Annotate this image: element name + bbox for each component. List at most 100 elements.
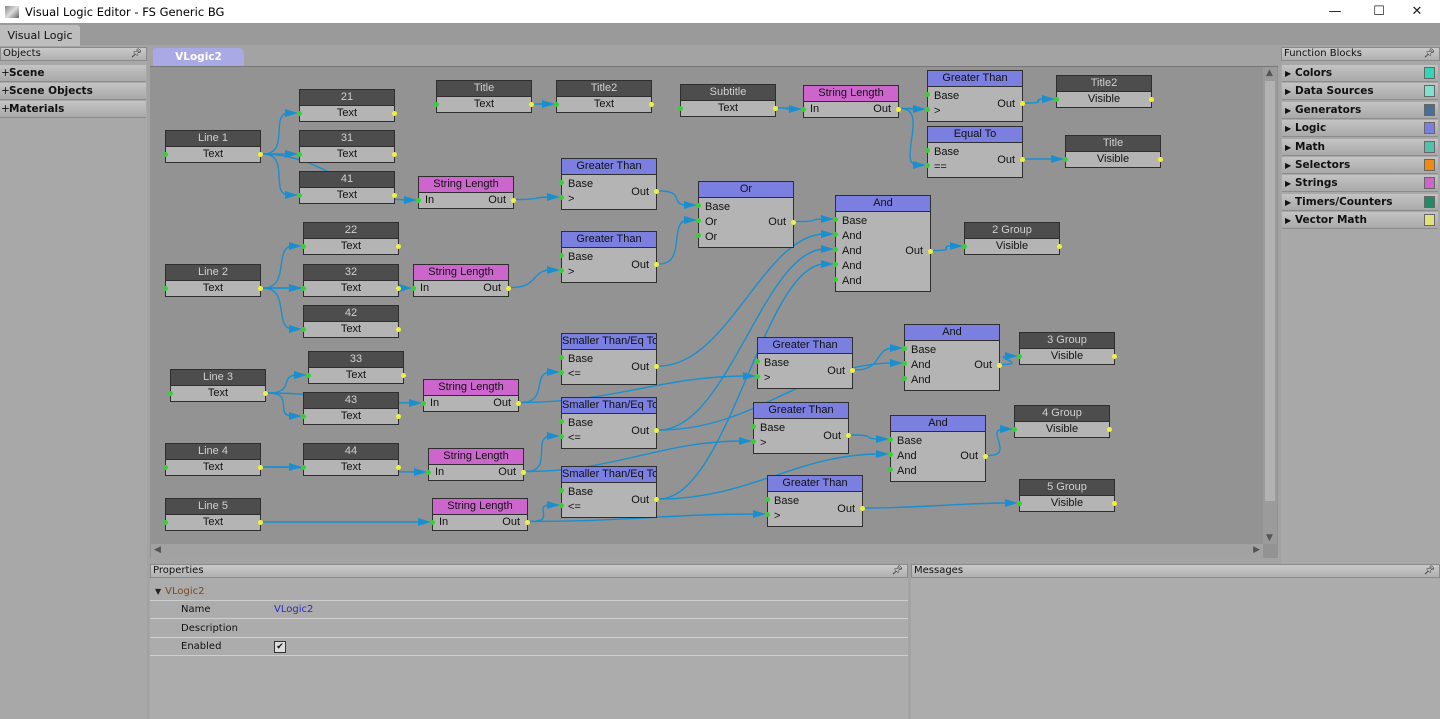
input-port[interactable] (301, 327, 306, 332)
output-port[interactable] (263, 391, 268, 396)
node-title[interactable]: Title Text (434, 80, 534, 113)
function-category-vector-math[interactable]: ▶ Vector Math (1282, 212, 1438, 230)
node-gt1[interactable]: Greater Than Base > Out (559, 158, 659, 210)
output-port[interactable] (773, 106, 778, 111)
input-port[interactable] (301, 465, 306, 470)
output-port[interactable] (1057, 244, 1062, 249)
node-eqTo[interactable]: Equal To Base == Out (925, 126, 1025, 178)
output-port[interactable] (1020, 157, 1025, 162)
expand-icon[interactable]: ▶ (1285, 139, 1291, 156)
input-port[interactable] (301, 286, 306, 291)
expand-icon[interactable]: ▶ (1285, 212, 1291, 229)
output-port[interactable] (401, 373, 406, 378)
node-sl3[interactable]: String Length In Out (421, 379, 521, 412)
input-port[interactable] (163, 152, 168, 157)
output-port[interactable] (1158, 157, 1163, 162)
input-port[interactable] (559, 434, 564, 439)
input-port[interactable] (559, 195, 564, 200)
input-port[interactable] (1017, 501, 1022, 506)
input-port[interactable] (888, 467, 893, 472)
scroll-thumb[interactable] (1265, 81, 1275, 501)
input-port[interactable] (833, 247, 838, 252)
node-g4[interactable]: 4 Group Visible (1012, 405, 1112, 438)
node-sl4[interactable]: String Length In Out (426, 448, 526, 481)
property-name-value[interactable]: VLogic2 (274, 601, 313, 619)
node-sl2[interactable]: String Length In Out (411, 264, 511, 297)
input-port[interactable] (755, 374, 760, 379)
input-port[interactable] (1017, 354, 1022, 359)
output-port[interactable] (896, 106, 901, 112)
output-port[interactable] (1149, 97, 1154, 102)
tree-item-scene[interactable]: + Scene (0, 65, 146, 82)
input-port[interactable] (1054, 97, 1059, 102)
tab-visual-logic[interactable]: Visual Logic (0, 25, 80, 46)
expand-icon[interactable]: ▶ (1285, 194, 1291, 211)
input-port[interactable] (925, 148, 930, 153)
pin-icon[interactable]: 📌︎ (892, 565, 903, 577)
output-port[interactable] (654, 189, 659, 194)
node-g2[interactable]: 2 Group Visible (962, 222, 1062, 255)
node-line1[interactable]: Line 1 Text (163, 130, 263, 163)
input-port[interactable] (696, 203, 701, 208)
input-port[interactable] (306, 373, 311, 378)
expand-icon[interactable]: ▶ (1285, 157, 1291, 174)
expand-icon[interactable]: + (1, 83, 10, 100)
expand-icon[interactable]: ▶ (1285, 120, 1291, 137)
enabled-checkbox[interactable]: ✔ (274, 641, 286, 653)
node-and2[interactable]: And Base And And Out (902, 324, 1002, 391)
function-category-selectors[interactable]: ▶ Selectors (1282, 157, 1438, 174)
input-port[interactable] (925, 163, 930, 168)
output-port[interactable] (516, 400, 521, 406)
input-port[interactable] (801, 107, 806, 112)
node-and3[interactable]: And Base And And Out (888, 415, 988, 482)
expand-icon[interactable]: ▶ (1285, 83, 1291, 100)
scroll-left-icon[interactable]: ◀ (154, 545, 161, 555)
node-or[interactable]: Or Base Or Or Out (696, 181, 796, 248)
input-port[interactable] (962, 244, 967, 249)
input-port[interactable] (416, 198, 421, 203)
node-title2b[interactable]: Title2 Visible (1054, 75, 1154, 108)
node-gt5[interactable]: Greater Than Base > Out (765, 475, 865, 527)
function-category-generators[interactable]: ▶ Generators (1282, 101, 1438, 119)
node-n33[interactable]: 33 Text (306, 351, 406, 384)
horizontal-scrollbar[interactable]: ◀ ▶ (151, 544, 1263, 558)
input-port[interactable] (163, 520, 168, 525)
pin-icon[interactable]: 📌︎ (1424, 48, 1435, 60)
output-port[interactable] (392, 193, 397, 198)
input-port[interactable] (833, 232, 838, 237)
output-port[interactable] (258, 520, 263, 525)
output-port[interactable] (997, 362, 1002, 368)
output-port[interactable] (396, 414, 401, 419)
input-port[interactable] (833, 262, 838, 267)
input-port[interactable] (696, 218, 701, 223)
function-category-strings[interactable]: ▶ Strings (1282, 175, 1438, 193)
input-port[interactable] (678, 106, 683, 111)
output-port[interactable] (392, 152, 397, 157)
node-gt2[interactable]: Greater Than Base > Out (559, 231, 659, 283)
minimize-button[interactable]: — (1312, 0, 1358, 23)
input-port[interactable] (559, 503, 564, 508)
output-port[interactable] (983, 453, 988, 459)
node-n42[interactable]: 42 Text (301, 305, 401, 338)
input-port[interactable] (559, 419, 564, 424)
input-port[interactable] (755, 359, 760, 364)
output-port[interactable] (928, 248, 933, 254)
tree-item-scene-objects[interactable]: + Scene Objects (0, 83, 146, 100)
input-port[interactable] (559, 268, 564, 273)
node-stlq3[interactable]: Smaller Than/Eq To Base <= Out (559, 466, 659, 518)
expand-icon[interactable]: ▶ (1285, 175, 1291, 192)
output-port[interactable] (529, 102, 534, 107)
output-port[interactable] (1020, 101, 1025, 106)
function-category-timers-counters[interactable]: ▶ Timers/Counters (1282, 193, 1438, 211)
input-port[interactable] (559, 180, 564, 185)
input-port[interactable] (301, 244, 306, 249)
input-port[interactable] (925, 107, 930, 112)
input-port[interactable] (559, 355, 564, 360)
output-port[interactable] (654, 428, 659, 433)
vertical-scrollbar[interactable]: ▲ ▼ (1263, 67, 1277, 544)
input-port[interactable] (1012, 427, 1017, 432)
node-g5[interactable]: 5 Group Visible (1017, 479, 1117, 512)
function-category-data-sources[interactable]: ▶ Data Sources (1282, 83, 1438, 101)
expand-icon[interactable]: + (1, 65, 10, 82)
node-sl5[interactable]: String Length In Out (430, 498, 530, 531)
